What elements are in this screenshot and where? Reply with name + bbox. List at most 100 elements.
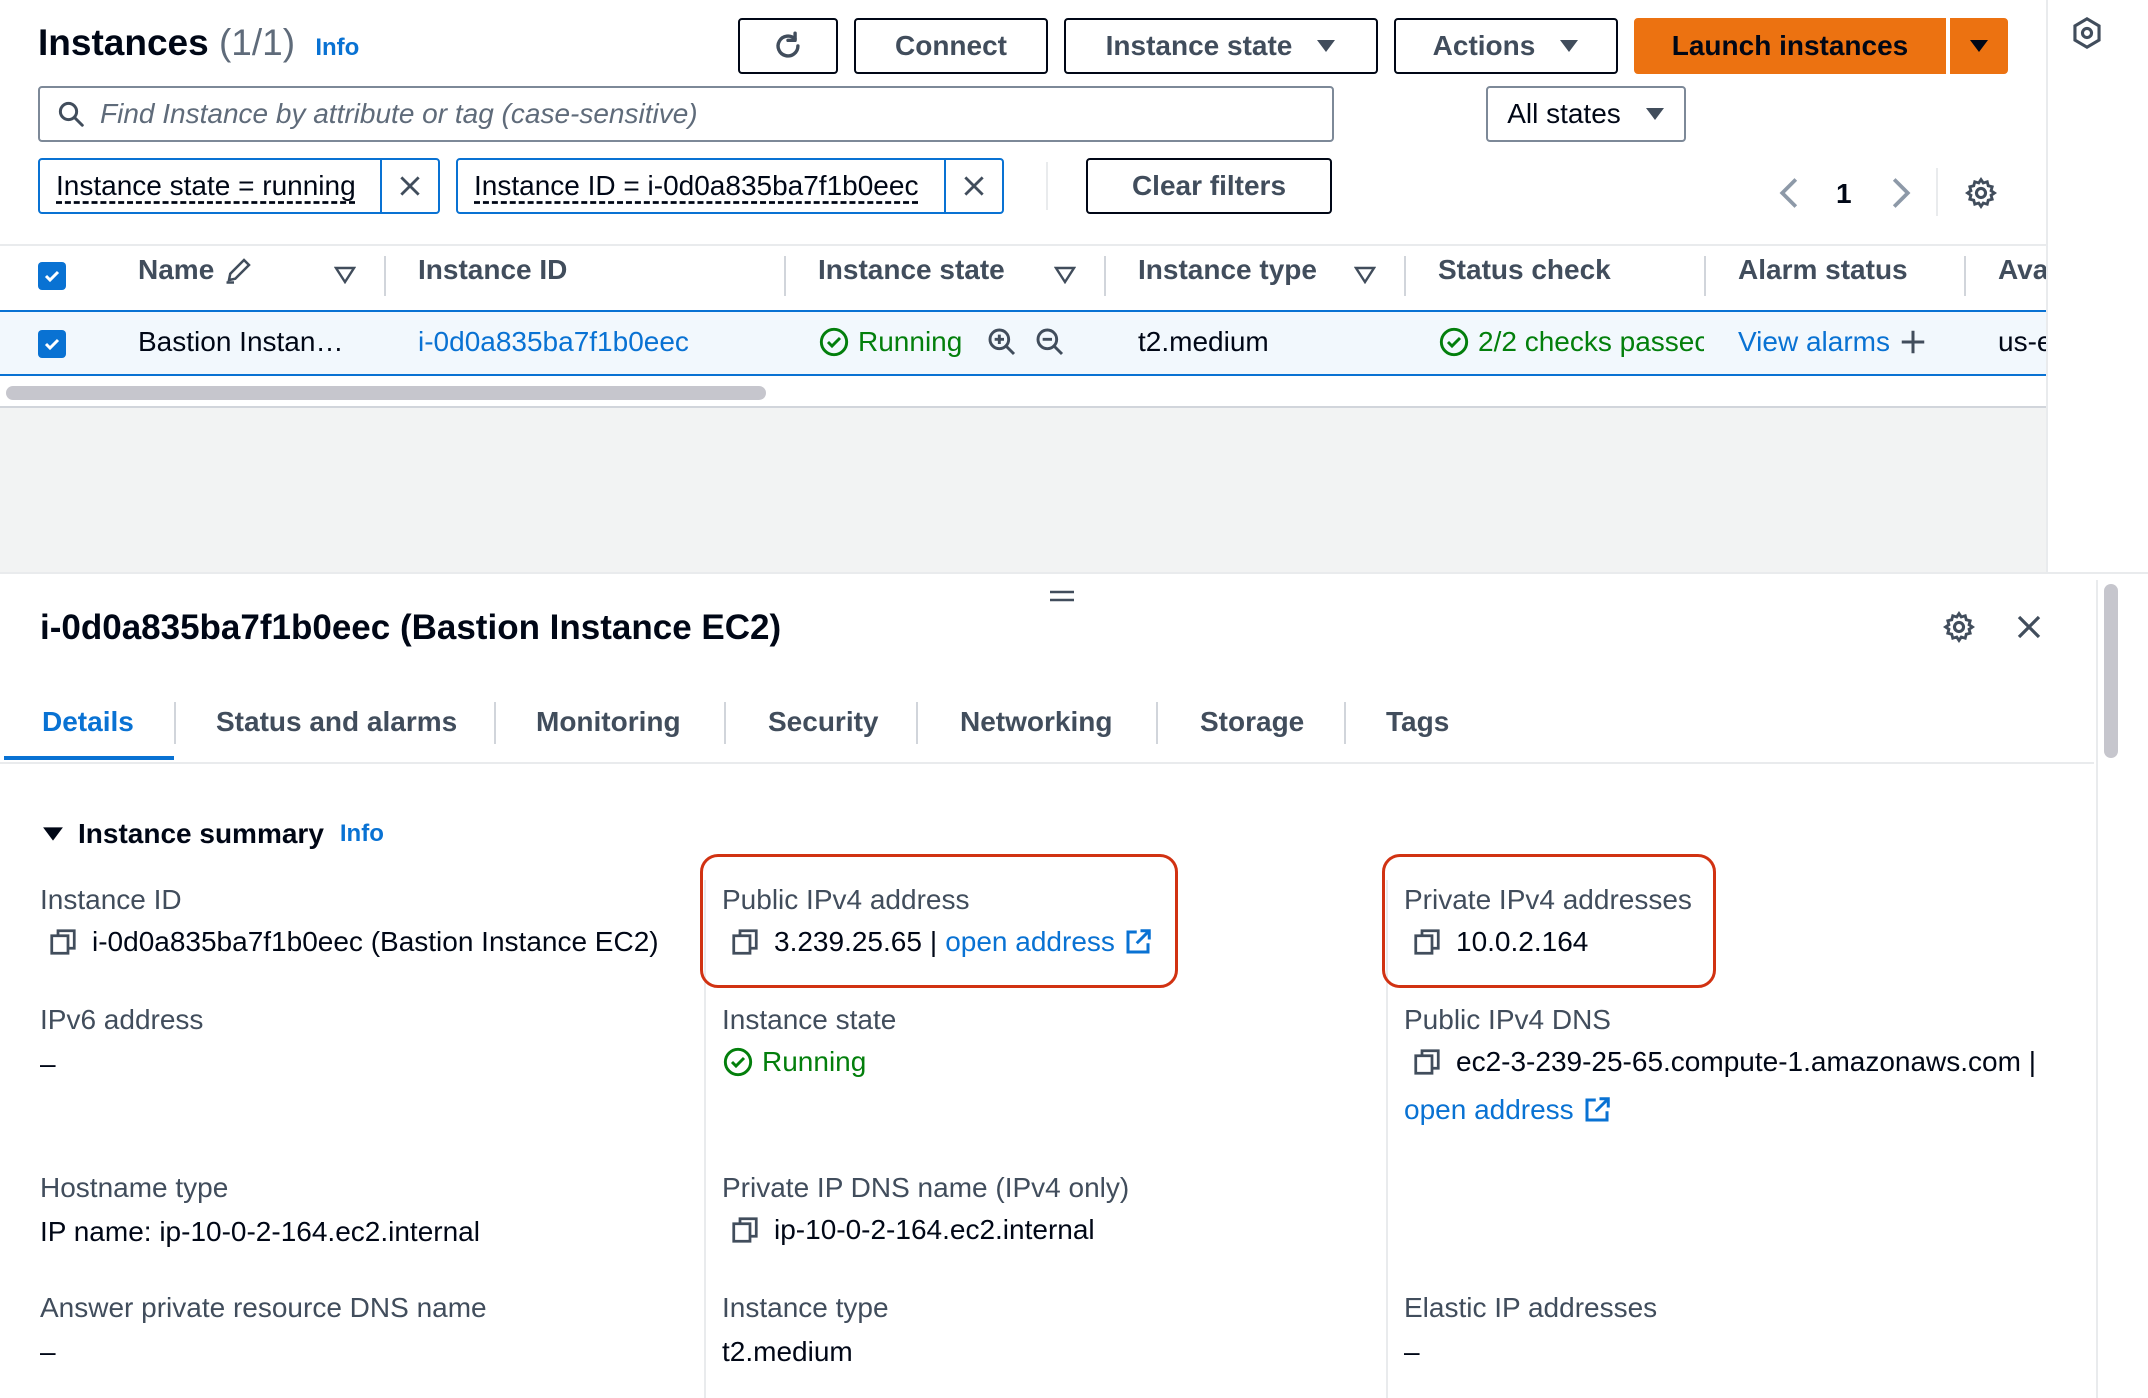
tab-separator: [494, 702, 496, 744]
copy-icon[interactable]: [1412, 1047, 1442, 1077]
copy-icon[interactable]: [730, 1215, 760, 1245]
tab-details[interactable]: Details: [42, 706, 134, 738]
hostname-type-value: IP name: ip-10-0-2-164.ec2.internal: [40, 1216, 480, 1247]
resize-handle[interactable]: [1048, 588, 1076, 604]
tab-storage[interactable]: Storage: [1200, 706, 1304, 738]
tab-networking[interactable]: Networking: [960, 706, 1112, 738]
column-separator: [1404, 256, 1406, 296]
column-header-name[interactable]: Name: [138, 254, 254, 286]
remove-filter-button[interactable]: [380, 160, 438, 212]
column-separator: [1104, 256, 1106, 296]
open-address-link[interactable]: open address: [1404, 1094, 1574, 1126]
caret-down-icon: [1317, 40, 1336, 52]
edit-icon: [226, 258, 252, 284]
table-settings-button[interactable]: [1964, 176, 1998, 210]
table-top-border: [0, 244, 2048, 246]
filter-chip: Instance state = running: [38, 158, 440, 214]
instance-state-value: Running: [722, 1046, 866, 1078]
select-all-checkbox[interactable]: [38, 262, 66, 290]
horizontal-scrollbar[interactable]: [6, 386, 766, 400]
side-panel-strip: [2046, 0, 2048, 572]
vertical-scrollbar[interactable]: [2104, 584, 2118, 758]
column-header-status-check[interactable]: Status check: [1438, 254, 1611, 286]
public-dns-label: Public IPv4 DNS: [1404, 1004, 1611, 1035]
tab-separator: [174, 702, 176, 744]
availability-zone: us-e: [1998, 326, 2046, 357]
refresh-icon: [776, 31, 800, 58]
tab-status-and-alarms[interactable]: Status and alarms: [216, 706, 457, 738]
instance-id-value: i-0d0a835ba7f1b0eec (Bastion Instance EC…: [48, 926, 659, 958]
next-page-button[interactable]: [1890, 176, 1912, 210]
answer-dns-label: Answer private resource DNS name: [40, 1292, 487, 1323]
elastic-ip-value: –: [1404, 1336, 1420, 1367]
filter-chip-label[interactable]: Instance ID = i-0d0a835ba7f1b0eec: [458, 160, 944, 212]
refresh-button[interactable]: [738, 18, 838, 74]
tab-tags[interactable]: Tags: [1386, 706, 1449, 738]
filter-icon[interactable]: [1054, 266, 1076, 284]
cloudshell-icon[interactable]: [2070, 16, 2104, 50]
copy-icon[interactable]: [1412, 927, 1442, 957]
public-dns-value: ec2-3-239-25-65.compute-1.amazonaws.com …: [1412, 1046, 2036, 1078]
state-filter-select[interactable]: All states: [1486, 86, 1686, 142]
check-circle-icon: [723, 1047, 753, 1077]
external-link-icon[interactable]: [1582, 1095, 1612, 1125]
page-number[interactable]: 1: [1836, 178, 1852, 210]
view-alarms-link[interactable]: View alarms: [1738, 326, 1890, 358]
ipv6-value: –: [40, 1048, 56, 1079]
ipv6-label: IPv6 address: [40, 1004, 204, 1035]
open-address-link[interactable]: open address: [945, 926, 1115, 958]
column-header-availability-zone[interactable]: Ava: [1998, 254, 2046, 286]
column-separator: [1964, 256, 1966, 296]
close-panel-button[interactable]: [2014, 612, 2044, 642]
divider: [1936, 168, 1938, 216]
column-header-instance-state[interactable]: Instance state: [818, 254, 1005, 286]
filter-chip-label[interactable]: Instance state = running: [40, 160, 380, 212]
instance-state-dropdown[interactable]: Instance state: [1064, 18, 1378, 74]
info-link[interactable]: Info: [315, 34, 359, 61]
public-ipv4-label: Public IPv4 address: [722, 884, 970, 915]
hostname-type-label: Hostname type: [40, 1172, 229, 1203]
row-checkbox[interactable]: [38, 330, 66, 358]
external-link-icon[interactable]: [1123, 927, 1153, 957]
zoom-out-icon[interactable]: [1034, 326, 1066, 358]
chevron-left-icon: [1779, 178, 1798, 208]
column-separator: [384, 256, 386, 296]
highlight-box: [1382, 854, 1716, 988]
instance-name: Bastion Instan…: [138, 326, 344, 357]
launch-options-dropdown[interactable]: [1950, 18, 2008, 74]
search-box[interactable]: [38, 86, 1334, 142]
status-check: 2/2 checks passec: [1438, 326, 1704, 358]
filter-icon[interactable]: [1354, 266, 1376, 284]
launch-instances-button[interactable]: Launch instances: [1634, 18, 1946, 74]
copy-icon[interactable]: [730, 927, 760, 957]
copy-icon[interactable]: [48, 927, 78, 957]
column-header-instance-type[interactable]: Instance type: [1138, 254, 1317, 286]
tab-separator: [916, 702, 918, 744]
tab-security[interactable]: Security: [768, 706, 879, 738]
close-icon: [2017, 615, 2041, 639]
column-header-alarm-status[interactable]: Alarm status: [1738, 254, 1908, 286]
divider: [1046, 162, 1048, 210]
private-dns-label: Private IP DNS name (IPv4 only): [722, 1172, 1130, 1203]
alarm-status: View alarms: [1738, 326, 1928, 358]
column-header-instance-id[interactable]: Instance ID: [418, 254, 567, 286]
private-dns-value: ip-10-0-2-164.ec2.internal: [730, 1214, 1095, 1246]
caret-down-icon: [1645, 108, 1664, 120]
section-info-link[interactable]: Info: [340, 820, 384, 848]
tab-separator: [1344, 702, 1346, 744]
panel-settings-button[interactable]: [1942, 610, 1976, 644]
search-input[interactable]: [100, 98, 1250, 130]
remove-filter-button[interactable]: [944, 160, 1002, 212]
clear-filters-button[interactable]: Clear filters: [1086, 158, 1332, 214]
filter-icon[interactable]: [334, 266, 356, 284]
vertical-scrollbar-track: [2096, 580, 2098, 1398]
zoom-in-icon[interactable]: [986, 326, 1018, 358]
connect-button[interactable]: Connect: [854, 18, 1048, 74]
caret-down-icon: [1970, 40, 1988, 52]
plus-icon[interactable]: [1898, 327, 1928, 357]
actions-dropdown[interactable]: Actions: [1394, 18, 1618, 74]
tab-monitoring[interactable]: Monitoring: [536, 706, 681, 738]
section-header[interactable]: Instance summary Info: [42, 818, 384, 850]
previous-page-button[interactable]: [1778, 176, 1800, 210]
instance-id-link[interactable]: i-0d0a835ba7f1b0eec: [418, 326, 689, 358]
